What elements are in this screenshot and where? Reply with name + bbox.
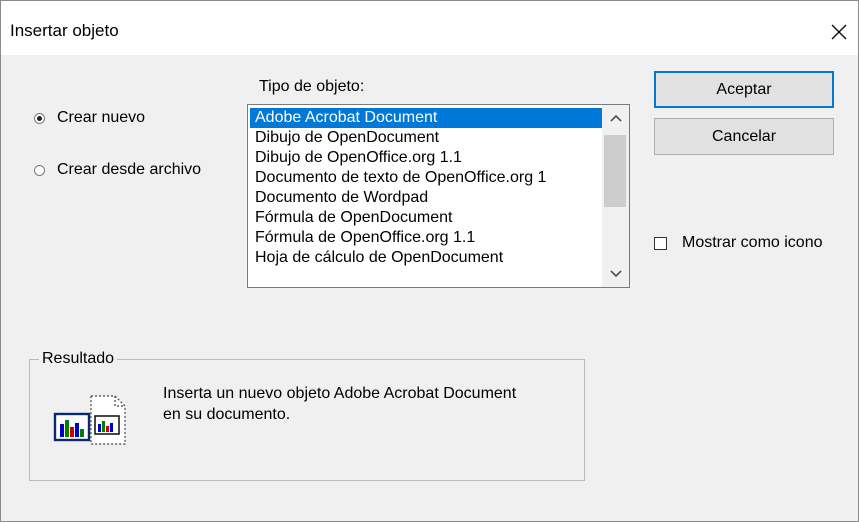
object-type-item[interactable]: Hoja de cálculo de OpenDocument [250,248,602,268]
create-from-file-radio[interactable] [34,164,45,176]
create-new-radio[interactable] [34,112,45,124]
object-type-item[interactable]: Dibujo de OpenOffice.org 1.1 [250,148,602,168]
object-type-item[interactable]: Fórmula de OpenDocument [250,208,602,228]
create-new-option[interactable]: Crear nuevo [34,109,145,127]
show-as-icon-checkbox[interactable] [654,236,667,250]
close-icon [831,24,847,40]
scrollbar-thumb[interactable] [604,135,626,207]
insert-object-icon [51,394,131,455]
scroll-up-button[interactable] [602,107,629,129]
dialog-title: Insertar objeto [10,21,119,40]
create-from-file-label: Crear desde archivo [57,161,202,178]
show-as-icon-label: Mostrar como icono [682,234,823,251]
create-new-label: Crear nuevo [57,109,146,126]
object-type-label: Tipo de objeto: [259,78,365,95]
object-type-items: Adobe Acrobat Document Dibujo de OpenDocu… [250,108,602,268]
object-type-item[interactable]: Adobe Acrobat Document [250,108,602,128]
object-type-item[interactable]: Documento de Wordpad [250,188,602,208]
object-type-item[interactable]: Dibujo de OpenDocument [250,128,602,148]
create-from-file-option[interactable]: Crear desde archivo [34,161,201,179]
result-legend: Resultado [39,350,118,368]
object-type-item[interactable]: Fórmula de OpenOffice.org 1.1 [250,228,602,248]
ok-button[interactable]: Aceptar [654,71,834,108]
object-type-item[interactable]: Documento de texto de OpenOffice.org 1 [250,168,602,188]
show-as-icon-option[interactable]: Mostrar como icono [654,234,823,252]
listbox-scrollbar[interactable] [602,105,629,287]
cancel-button[interactable]: Cancelar [654,118,834,155]
result-description: Inserta un nuevo objeto Adobe Acrobat Do… [163,385,517,423]
chevron-down-icon [609,270,622,278]
title-bar: Insertar objeto [1,1,858,55]
chevron-up-icon [609,114,622,122]
scroll-down-button[interactable] [602,263,629,285]
close-button[interactable] [824,17,854,47]
insert-object-dialog: Insertar objeto Crear nuevo Crear desde … [0,0,859,522]
object-type-listbox[interactable]: Adobe Acrobat Document Dibujo de OpenDocu… [247,104,630,288]
